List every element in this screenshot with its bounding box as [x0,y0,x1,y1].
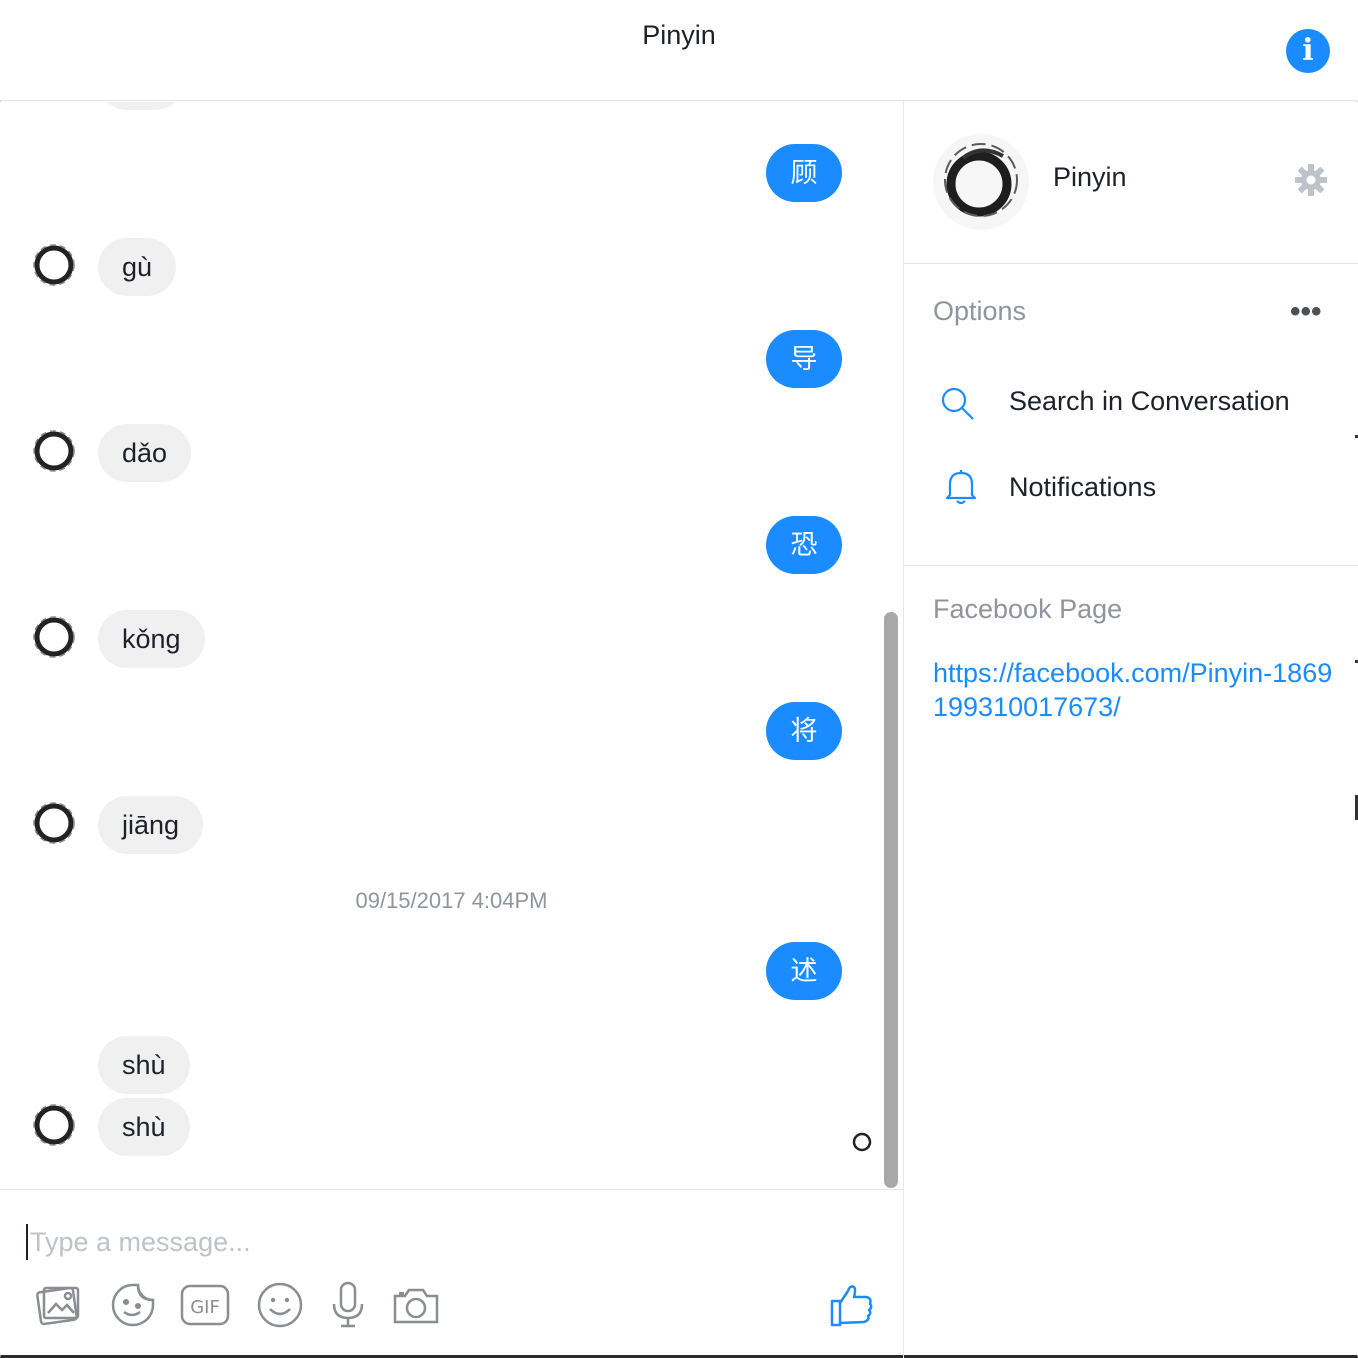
profile-avatar [933,134,1029,230]
incoming-message[interactable]: dǎo [98,424,192,482]
chat-scrollbar[interactable] [884,612,898,1188]
conversation-header: Pinyin i [0,0,1358,101]
gif-icon[interactable]: GIF [180,1280,230,1330]
info-button[interactable]: i [1286,29,1330,73]
more-options-icon[interactable]: ••• [1290,297,1326,327]
message-list[interactable]: 顾 gù 导 dǎo 恐 kǒng 将 jiāng 09/15/2017 4:0… [0,102,903,1189]
message-composer [0,1189,903,1355]
photo-icon[interactable] [34,1280,84,1330]
gear-icon[interactable] [1294,163,1328,197]
partial-message-bubble [98,102,184,110]
outgoing-message[interactable]: 恐 [766,516,842,574]
bell-icon [943,468,979,505]
contact-avatar [32,615,76,659]
panel-separator [904,565,1358,566]
outgoing-message[interactable]: 将 [766,702,842,760]
outgoing-message[interactable]: 顾 [766,144,842,202]
conversation-details-panel [904,102,1358,1355]
facebook-page-title: Facebook Page [933,594,1123,624]
sticker-icon[interactable] [108,1280,158,1330]
incoming-message[interactable]: jiāng [98,796,204,854]
camera-icon[interactable] [391,1280,441,1330]
profile-name: Pinyin [1053,162,1127,192]
incoming-message[interactable]: shù [98,1036,190,1094]
outgoing-message[interactable]: 述 [766,942,842,1000]
outgoing-message[interactable]: 导 [766,330,842,388]
incoming-message[interactable]: shù [98,1098,190,1156]
search-icon [940,386,976,422]
incoming-message[interactable]: gù [98,238,177,296]
like-icon[interactable] [828,1281,878,1331]
message-input[interactable] [26,1224,866,1260]
read-receipt-avatar [851,1131,873,1153]
message-timestamp: 09/15/2017 4:04PM [355,888,548,913]
facebook-page-link[interactable]: https://facebook.com/Pinyin-186919931001… [933,656,1333,724]
incoming-message[interactable]: kǒng [98,610,205,668]
notifications-option[interactable]: Notifications [1009,472,1156,503]
options-title: Options [933,296,1027,326]
contact-avatar [32,429,76,473]
gif-label: GIF [190,1297,220,1318]
contact-avatar [32,243,76,287]
microphone-icon[interactable] [323,1280,373,1330]
panel-separator [904,263,1358,264]
conversation-title: Pinyin [642,20,716,50]
search-in-conversation-option[interactable]: Search in Conversation [1009,386,1290,417]
contact-avatar [32,1103,76,1147]
emoji-icon[interactable] [255,1280,305,1330]
contact-avatar [32,801,76,845]
